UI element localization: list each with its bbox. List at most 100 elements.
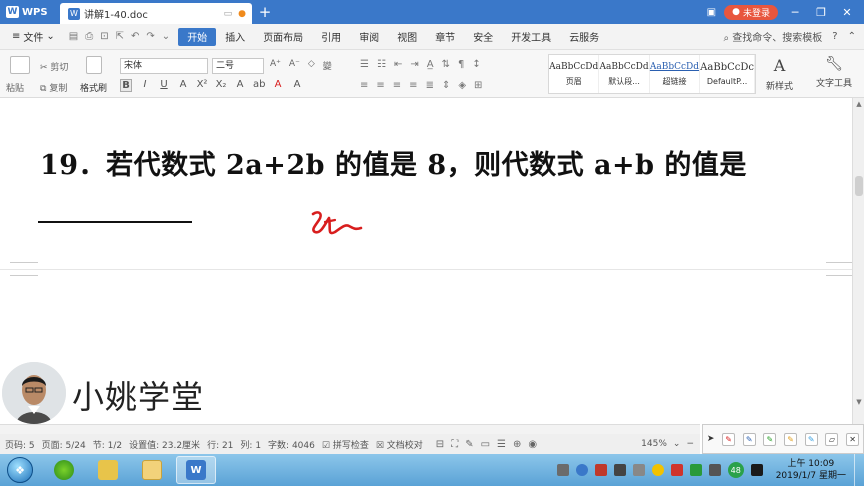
copy-button[interactable]: ⧉ 复制 xyxy=(40,81,67,94)
format-painter-button[interactable] xyxy=(86,56,102,74)
redo-icon[interactable]: ↷ xyxy=(146,31,154,42)
export-icon[interactable]: ⇱ xyxy=(116,31,124,42)
save-icon[interactable]: ▤ xyxy=(69,31,78,42)
outline-view-icon[interactable]: ☰ xyxy=(497,439,506,450)
sort-icon[interactable]: ⇅ xyxy=(442,59,450,70)
status-row[interactable]: 行: 21 xyxy=(207,438,233,451)
grow-font-icon[interactable]: A⁺ xyxy=(270,59,281,72)
horizontal-scrollbar[interactable] xyxy=(0,424,700,434)
align-left-icon[interactable]: ≡ xyxy=(360,80,368,91)
char-border-icon[interactable]: A xyxy=(291,79,303,92)
status-page-number[interactable]: 页码: 5 xyxy=(5,438,35,451)
status-word-count[interactable]: 字数: 4046 xyxy=(268,438,315,451)
fullscreen-icon[interactable]: ⛶ xyxy=(451,439,458,450)
clear-ink-icon[interactable]: ✕ xyxy=(846,432,860,446)
monitor-icon[interactable]: ▭ xyxy=(224,9,233,19)
clear-format-icon[interactable]: ◇ xyxy=(308,59,315,72)
new-tab-button[interactable]: + xyxy=(252,0,278,24)
document-tab[interactable]: W 讲解1-40.doc ▭ ● xyxy=(60,3,252,24)
scroll-up-icon[interactable]: ▲ xyxy=(853,100,864,108)
bold-icon[interactable]: B xyxy=(120,79,132,92)
tab-references[interactable]: 引用 xyxy=(312,28,350,46)
pen-icon[interactable]: ✎ xyxy=(465,439,473,450)
login-button[interactable]: ● 未登录 xyxy=(724,4,778,20)
text-effect-icon[interactable]: A xyxy=(234,79,246,92)
skin-icon[interactable]: ▣ xyxy=(707,7,716,18)
tab-security[interactable]: 安全 xyxy=(464,28,502,46)
subscript-icon[interactable]: X₂ xyxy=(215,79,227,92)
cut-button[interactable]: ✂ 剪切 xyxy=(40,60,68,73)
status-column[interactable]: 列: 1 xyxy=(240,438,261,451)
taskbar-app-wps[interactable]: W xyxy=(176,456,216,484)
battery-icon[interactable] xyxy=(689,464,702,476)
scroll-down-icon[interactable]: ▼ xyxy=(853,398,864,406)
collapse-ribbon-icon[interactable]: ⌃ xyxy=(848,31,856,42)
italic-icon[interactable]: I xyxy=(139,79,151,92)
tab-review[interactable]: 审阅 xyxy=(350,28,388,46)
security-icon[interactable] xyxy=(594,464,607,476)
proofread-toggle[interactable]: ☒ 文档校对 xyxy=(376,438,423,451)
line-spacing-icon[interactable]: ↕ xyxy=(472,59,480,70)
tab-home[interactable]: 开始 xyxy=(178,27,217,46)
tab-insert[interactable]: 插入 xyxy=(216,28,254,46)
font-color-icon[interactable]: A xyxy=(272,79,284,92)
minimize-button[interactable]: ─ xyxy=(786,6,804,19)
ime-icon[interactable] xyxy=(750,464,763,476)
numbered-list-icon[interactable]: ☷ xyxy=(377,59,386,70)
web-view-icon[interactable]: ⊕ xyxy=(513,439,521,450)
shading-icon[interactable]: ◈ xyxy=(458,80,466,91)
clock[interactable]: 上午 10:09 2019/1/7 星期一 xyxy=(776,458,846,482)
help-icon[interactable]: ? xyxy=(832,31,837,42)
style-default-paragraph[interactable]: AaBbCcDd 默认段... xyxy=(599,55,650,93)
status-pages[interactable]: 页面: 5/24 xyxy=(42,438,86,451)
increase-indent-icon[interactable]: ⇥ xyxy=(410,59,418,70)
red-pen-icon[interactable]: ✎ xyxy=(722,432,736,446)
decrease-indent-icon[interactable]: ⇤ xyxy=(394,59,402,70)
yellow-highlighter-icon[interactable]: ✎ xyxy=(784,432,798,446)
tab-view[interactable]: 视图 xyxy=(388,28,426,46)
unsaved-dot-icon[interactable]: ● xyxy=(238,9,246,19)
phonetic-icon[interactable]: 變 xyxy=(323,59,332,72)
style-hyperlink[interactable]: AaBbCcDd 超链接 xyxy=(650,55,701,93)
wps-app-menu[interactable]: W WPS xyxy=(0,0,60,24)
taskbar-app-files[interactable] xyxy=(88,456,128,484)
cloud-icon[interactable] xyxy=(632,464,645,476)
zoom-out-icon[interactable]: − xyxy=(686,439,694,449)
align-right-icon[interactable]: ≡ xyxy=(393,80,401,91)
speaker-icon[interactable] xyxy=(613,464,626,476)
text-tools-button[interactable]: 🔧︎ 文字工具 xyxy=(816,56,852,89)
tab-page-layout[interactable]: 页面布局 xyxy=(254,28,312,46)
align-center-icon[interactable]: ≡ xyxy=(376,80,384,91)
show-marks-icon[interactable]: ¶ xyxy=(458,59,464,70)
notification-badge[interactable]: 48 xyxy=(727,462,744,478)
blue-pen-icon[interactable]: ✎ xyxy=(742,432,756,446)
new-style-button[interactable]: A 新样式 xyxy=(766,56,793,92)
paragraph-spacing-icon[interactable]: ⇕ xyxy=(442,80,450,91)
border-icon[interactable]: ⊞ xyxy=(474,80,482,91)
font-size-select[interactable]: 二号 xyxy=(212,58,264,74)
emoji-icon[interactable] xyxy=(651,464,664,476)
vertical-scrollbar[interactable]: ▲ ▼ xyxy=(852,98,864,424)
status-section[interactable]: 节: 1/2 xyxy=(93,438,122,451)
superscript-icon[interactable]: X² xyxy=(196,79,208,92)
close-button[interactable]: ✕ xyxy=(838,6,856,19)
page-view-icon[interactable]: ▭ xyxy=(481,439,490,450)
scroll-thumb[interactable] xyxy=(855,176,863,196)
print-preview-icon[interactable]: ⊡ xyxy=(100,31,108,42)
cursor-icon[interactable]: ➤ xyxy=(707,434,715,444)
style-header[interactable]: AaBbCcDd 页眉 xyxy=(549,55,600,93)
network-icon[interactable] xyxy=(575,464,588,476)
print-icon[interactable]: ⎙ xyxy=(85,31,93,42)
tab-cloud[interactable]: 云服务 xyxy=(560,28,608,46)
taskbar-app-360[interactable] xyxy=(44,456,84,484)
chinese-layout-icon[interactable]: A̲ xyxy=(427,59,434,70)
keyboard-icon[interactable] xyxy=(556,464,569,476)
reading-mode-icon[interactable]: ⊟ xyxy=(436,439,444,450)
show-desktop-button[interactable] xyxy=(854,454,864,486)
shrink-font-icon[interactable]: A⁻ xyxy=(289,59,300,72)
status-setting[interactable]: 设置值: 23.2厘米 xyxy=(129,438,200,451)
start-button[interactable]: ❖ xyxy=(0,454,40,486)
zoom-control[interactable]: 145% ⌄ − xyxy=(641,439,700,449)
undo-icon[interactable]: ↶ xyxy=(131,31,139,42)
file-menu[interactable]: ≡ 文件 ⌄ xyxy=(6,29,61,44)
